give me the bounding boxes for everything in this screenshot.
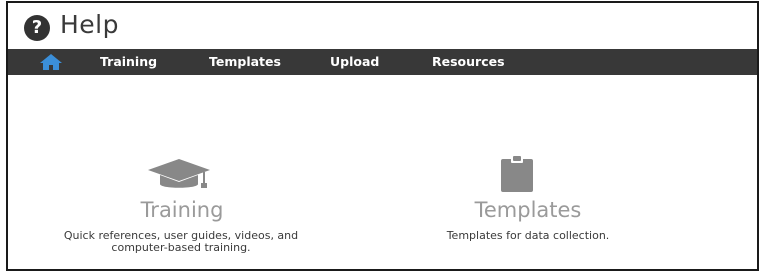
clipboard-icon bbox=[501, 154, 533, 192]
tile-templates[interactable]: Templates Templates for data collection. bbox=[388, 153, 668, 268]
home-icon bbox=[40, 54, 62, 70]
tile-description: Quick references, user guides, videos, a… bbox=[63, 229, 299, 254]
graduation-cap-icon bbox=[148, 159, 210, 188]
help-window: ? Help Training Templates Upload Resourc… bbox=[6, 1, 759, 271]
tile-description: Templates for data collection. bbox=[446, 229, 610, 242]
page-title: Help bbox=[60, 10, 119, 39]
nav-item-templates[interactable]: Templates bbox=[209, 49, 281, 75]
nav-home[interactable] bbox=[38, 53, 64, 71]
help-circle-icon: ? bbox=[24, 15, 50, 41]
tile-title: Training bbox=[140, 198, 224, 222]
tile-title: Templates bbox=[474, 198, 582, 222]
nav-item-resources[interactable]: Resources bbox=[432, 49, 505, 75]
title-bar: ? Help bbox=[8, 3, 757, 49]
nav-item-training[interactable]: Training bbox=[100, 49, 157, 75]
nav-bar: Training Templates Upload Resources bbox=[8, 49, 757, 75]
nav-item-upload[interactable]: Upload bbox=[330, 49, 379, 75]
tile-training[interactable]: Training Quick references, user guides, … bbox=[42, 153, 322, 268]
